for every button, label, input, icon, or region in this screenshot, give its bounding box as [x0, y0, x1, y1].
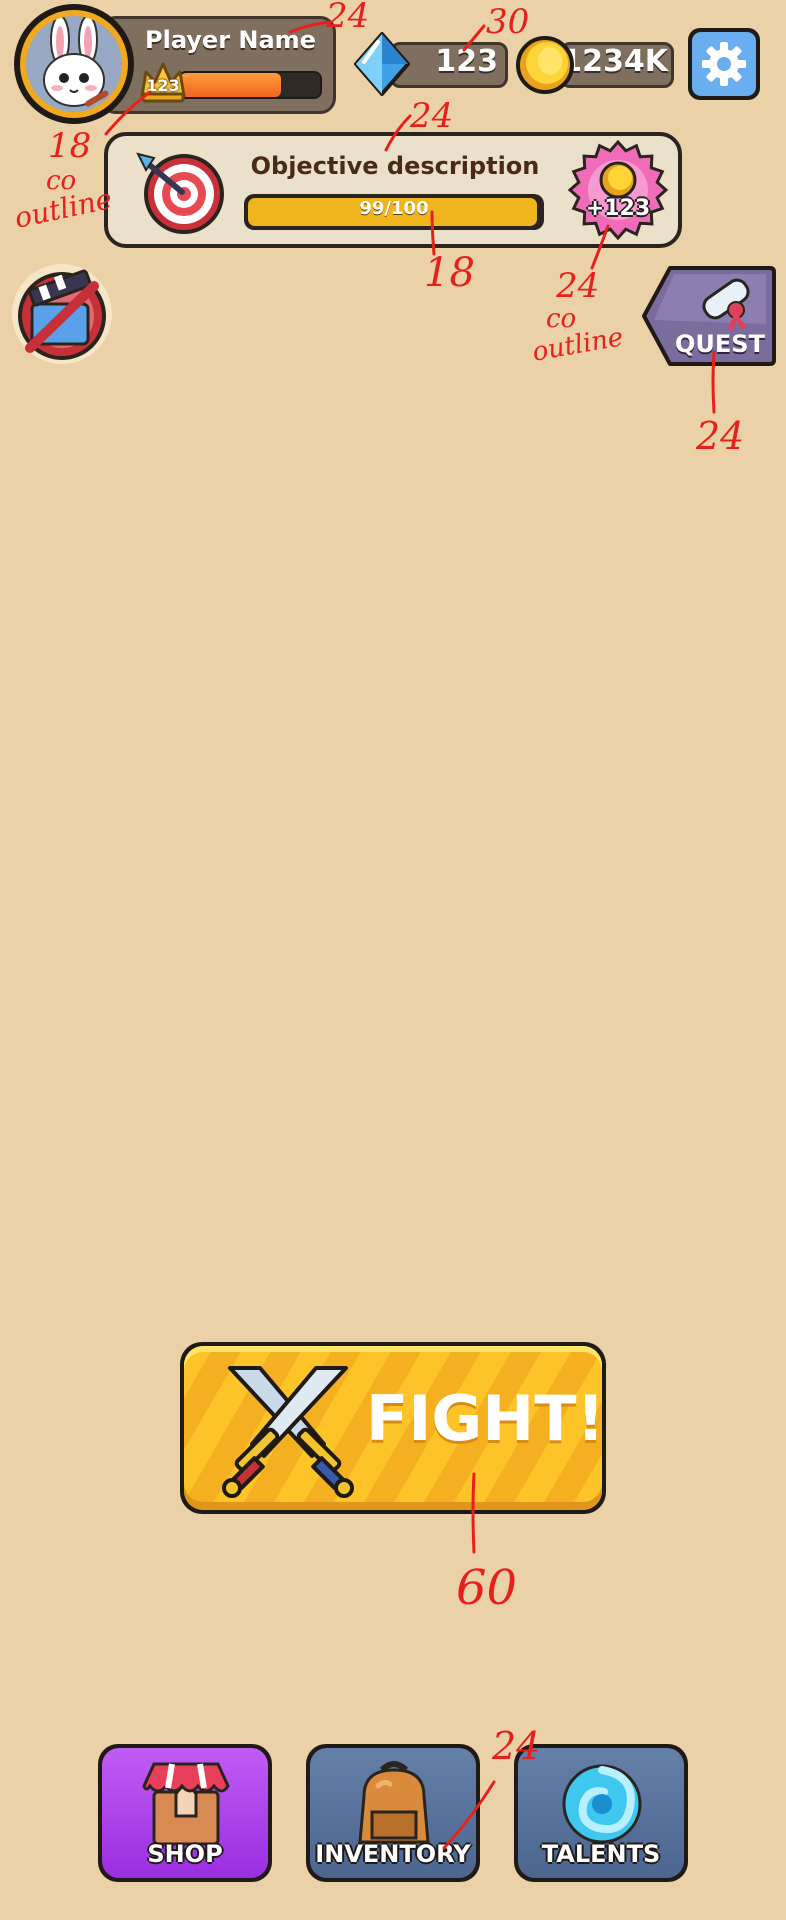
xp-bar [178, 71, 322, 99]
gem-icon [354, 32, 410, 96]
reward-badge-icon [567, 140, 669, 241]
annotation-24: 24 [556, 266, 600, 306]
gear-icon [702, 42, 746, 86]
annotation-24: 24 [492, 1724, 541, 1768]
annotation-24: 24 [696, 414, 745, 458]
player-level: 123 [146, 76, 180, 95]
coin-icon [516, 36, 574, 94]
coin-count: 1234K [561, 44, 668, 79]
quest-label: QUEST [675, 330, 765, 358]
target-icon [136, 152, 224, 234]
xp-bar-fill [180, 73, 281, 97]
inventory-label: INVENTORY [315, 1840, 471, 1868]
settings-button[interactable] [688, 28, 760, 100]
player-name: Player Name [145, 26, 316, 54]
swirl-icon [562, 1764, 642, 1844]
fight-label: FIGHT! [366, 1382, 605, 1455]
crossed-swords-icon [222, 1366, 354, 1498]
objective-description: Objective description [250, 152, 540, 180]
annotation-30: 30 [486, 2, 530, 42]
annotation-outline: outline [530, 322, 626, 368]
avatar[interactable] [14, 4, 134, 124]
annotation-24: 24 [410, 96, 454, 136]
talents-label: TALENTS [541, 1840, 661, 1868]
shop-stall-icon [142, 1762, 230, 1846]
shop-label: SHOP [147, 1840, 223, 1868]
no-ads-button[interactable] [8, 252, 116, 366]
shop-button[interactable]: SHOP [98, 1744, 272, 1882]
annotation-60: 60 [456, 1560, 518, 1616]
objective-reward: +123 [585, 196, 651, 221]
annotation-co: co [546, 304, 577, 334]
annotation-18: 18 [424, 250, 475, 296]
objective-progress-text: 99/100 [359, 198, 429, 219]
annotation-24: 24 [326, 0, 370, 36]
annotation-18: 18 [48, 126, 92, 166]
inventory-button[interactable]: INVENTORY [306, 1744, 480, 1882]
bunny-icon [43, 16, 109, 107]
backpack-icon [358, 1761, 430, 1844]
